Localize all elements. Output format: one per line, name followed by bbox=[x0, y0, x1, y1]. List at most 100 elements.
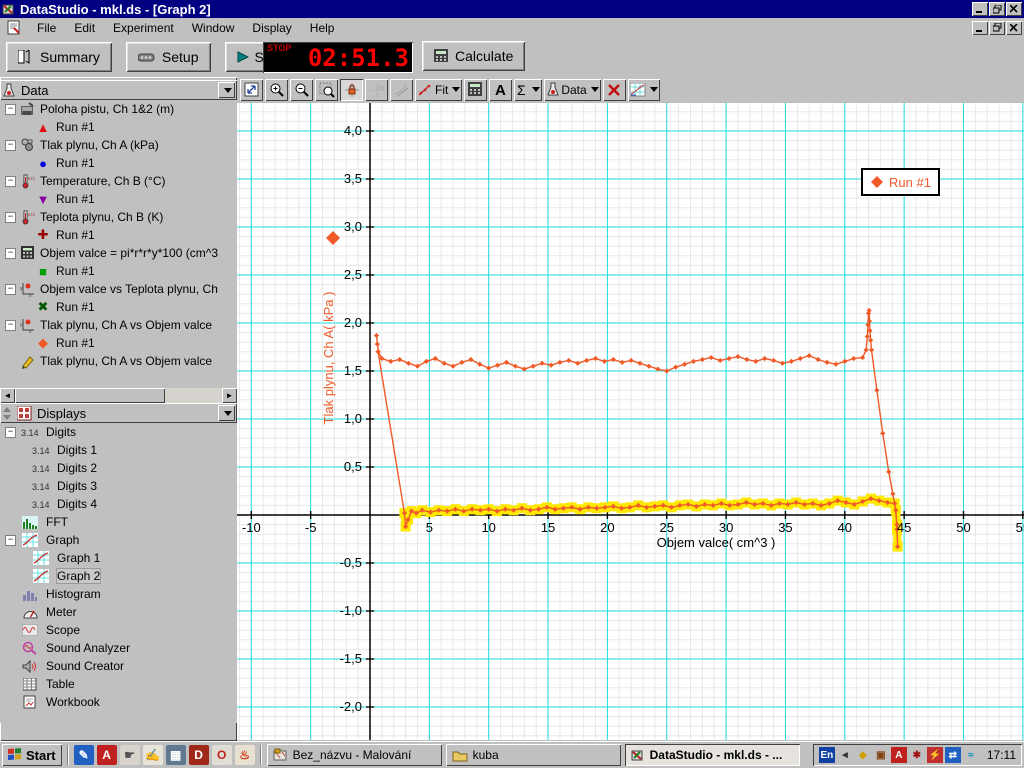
display-item[interactable]: Histogram bbox=[0, 585, 237, 603]
scroll-thumb[interactable] bbox=[15, 388, 165, 403]
ql-pen-icon[interactable]: ✍ bbox=[143, 745, 163, 765]
menu-item-file[interactable]: File bbox=[28, 19, 65, 37]
calculator-button[interactable] bbox=[464, 79, 487, 101]
legend[interactable]: Run #1 bbox=[862, 169, 939, 195]
graph-settings-button-dropdown-arrow[interactable] bbox=[650, 87, 658, 92]
document-icon[interactable] bbox=[6, 20, 22, 36]
tree-run-item[interactable]: ▼Run #1 bbox=[0, 190, 237, 208]
graph-settings-button[interactable] bbox=[628, 79, 660, 101]
menu-item-display[interactable]: Display bbox=[243, 19, 300, 37]
ql-hot-icon[interactable]: ♨ bbox=[235, 745, 255, 765]
close-button[interactable] bbox=[1006, 2, 1022, 16]
data-panel-header[interactable]: Data bbox=[0, 80, 237, 100]
taskbar-start-button[interactable]: Start bbox=[2, 744, 62, 766]
tree-item[interactable]: −Poloha pistu, Ch 1&2 (m) bbox=[0, 100, 237, 118]
ql-dragon-icon[interactable]: D bbox=[189, 745, 209, 765]
display-subitem[interactable]: 3.14Digits 2 bbox=[0, 459, 237, 477]
fit-menu-button[interactable]: Fit bbox=[415, 79, 462, 101]
text-annotation-button[interactable]: A bbox=[489, 79, 512, 101]
expand-box[interactable]: − bbox=[6, 428, 15, 437]
task-datastudio[interactable]: DataStudio - mkl.ds - ... bbox=[625, 744, 800, 766]
display-item[interactable]: −3.14Digits bbox=[0, 423, 237, 441]
tree-item[interactable]: Tlak plynu, Ch A vs Objem valce bbox=[0, 352, 237, 370]
display-item[interactable]: FFT bbox=[0, 513, 237, 531]
menu-item-help[interactable]: Help bbox=[301, 19, 344, 37]
data-panel-dropdown[interactable] bbox=[218, 82, 235, 98]
tree-run-item[interactable]: ■Run #1 bbox=[0, 262, 237, 280]
display-subitem[interactable]: 3.14Digits 4 bbox=[0, 495, 237, 513]
task-paint[interactable]: Bez_názvu - Malování bbox=[267, 744, 442, 766]
tree-item[interactable]: −Tlak plynu, Ch A (kPa) bbox=[0, 136, 237, 154]
graph-canvas[interactable]: -10-55101520253035404550554,03,53,02,52,… bbox=[237, 103, 1024, 740]
scroll-right-button[interactable]: ► bbox=[222, 388, 237, 403]
power-icon[interactable]: ⚡ bbox=[927, 747, 943, 763]
statistics-button[interactable]: Σ bbox=[514, 79, 542, 101]
antivirus-icon[interactable]: ✱ bbox=[909, 747, 925, 763]
expand-box[interactable]: − bbox=[6, 285, 15, 294]
task-folder-kuba[interactable]: kuba bbox=[446, 744, 621, 766]
statistics-button-dropdown-arrow[interactable] bbox=[532, 87, 540, 92]
menu-item-edit[interactable]: Edit bbox=[65, 19, 104, 37]
ati-icon[interactable]: A bbox=[891, 747, 907, 763]
data-menu-button-dropdown-arrow[interactable] bbox=[591, 87, 599, 92]
menu-item-window[interactable]: Window bbox=[183, 19, 244, 37]
expand-box[interactable]: − bbox=[6, 249, 15, 258]
tree-run-item[interactable]: ✚Run #1 bbox=[0, 226, 237, 244]
data-tree-hscrollbar[interactable]: ◄ ► bbox=[0, 388, 237, 403]
expand-box[interactable]: − bbox=[6, 177, 15, 186]
scheduler-icon[interactable]: ▣ bbox=[873, 747, 889, 763]
summary-button[interactable]: Summary bbox=[6, 42, 112, 72]
displays-panel-dropdown[interactable] bbox=[218, 405, 235, 421]
ql-calculator-icon[interactable]: ▦ bbox=[166, 745, 186, 765]
tree-item[interactable]: −KTDTemperature, Ch B (°C) bbox=[0, 172, 237, 190]
ql-hand-icon[interactable]: ☛ bbox=[120, 745, 140, 765]
notes-icon[interactable]: ◆ bbox=[855, 747, 871, 763]
mdi-close-button[interactable] bbox=[1006, 21, 1022, 35]
display-item[interactable]: Table bbox=[0, 675, 237, 693]
expand-box[interactable]: − bbox=[6, 141, 15, 150]
display-subitem[interactable]: Graph 1 bbox=[0, 549, 237, 567]
display-item[interactable]: Scope bbox=[0, 621, 237, 639]
tree-item[interactable]: −yxTlak plynu, Ch A vs Objem valce bbox=[0, 316, 237, 334]
setup-button[interactable]: Setup bbox=[126, 42, 211, 72]
display-subitem[interactable]: 3.14Digits 3 bbox=[0, 477, 237, 495]
modem-icon[interactable]: ≈ bbox=[963, 747, 979, 763]
restore-button[interactable] bbox=[989, 2, 1005, 16]
zoom-select-button[interactable] bbox=[315, 79, 338, 101]
tree-item[interactable]: −Objem valce = pi*r*r*y*100 (cm^3 bbox=[0, 244, 237, 262]
display-item[interactable]: Sound Analyzer bbox=[0, 639, 237, 657]
scale-to-fit-button[interactable] bbox=[240, 79, 263, 101]
display-item[interactable]: Meter bbox=[0, 603, 237, 621]
expand-box[interactable]: − bbox=[6, 213, 15, 222]
zoom-out-button[interactable] bbox=[290, 79, 313, 101]
smart-tool-button[interactable] bbox=[340, 79, 363, 101]
mdi-restore-button[interactable] bbox=[989, 21, 1005, 35]
tree-run-item[interactable]: ●Run #1 bbox=[0, 154, 237, 172]
menu-item-experiment[interactable]: Experiment bbox=[104, 19, 183, 37]
tree-run-item[interactable]: ✖Run #1 bbox=[0, 298, 237, 316]
minimize-button[interactable] bbox=[972, 2, 988, 16]
volume-icon[interactable]: ◄ bbox=[837, 747, 853, 763]
display-subitem[interactable]: Graph 2 bbox=[0, 567, 237, 585]
fit-menu-button-dropdown-arrow[interactable] bbox=[452, 87, 460, 92]
tree-item[interactable]: −KTDTeplota plynu, Ch B (K) bbox=[0, 208, 237, 226]
tree-run-item[interactable]: ◆Run #1 bbox=[0, 334, 237, 352]
calculate-button[interactable]: Calculate bbox=[422, 41, 525, 71]
mdi-minimize-button[interactable] bbox=[972, 21, 988, 35]
displays-panel-header[interactable]: Displays bbox=[0, 403, 237, 423]
keyboard-layout-indicator[interactable]: En bbox=[819, 747, 835, 763]
expand-box[interactable]: − bbox=[6, 536, 15, 545]
network-icon[interactable]: ⇄ bbox=[945, 747, 961, 763]
display-item[interactable]: Workbook bbox=[0, 693, 237, 711]
delete-button[interactable] bbox=[603, 79, 626, 101]
splitter-icon[interactable] bbox=[2, 406, 12, 421]
display-item[interactable]: −Graph bbox=[0, 531, 237, 549]
expand-box[interactable]: − bbox=[6, 105, 15, 114]
zoom-in-button[interactable] bbox=[265, 79, 288, 101]
ql-opera-icon[interactable]: O bbox=[212, 745, 232, 765]
scroll-left-button[interactable]: ◄ bbox=[0, 388, 15, 403]
display-item[interactable]: Sound Creator bbox=[0, 657, 237, 675]
display-subitem[interactable]: 3.14Digits 1 bbox=[0, 441, 237, 459]
ql-acrobat-icon[interactable]: A bbox=[97, 745, 117, 765]
tree-run-item[interactable]: ▲Run #1 bbox=[0, 118, 237, 136]
